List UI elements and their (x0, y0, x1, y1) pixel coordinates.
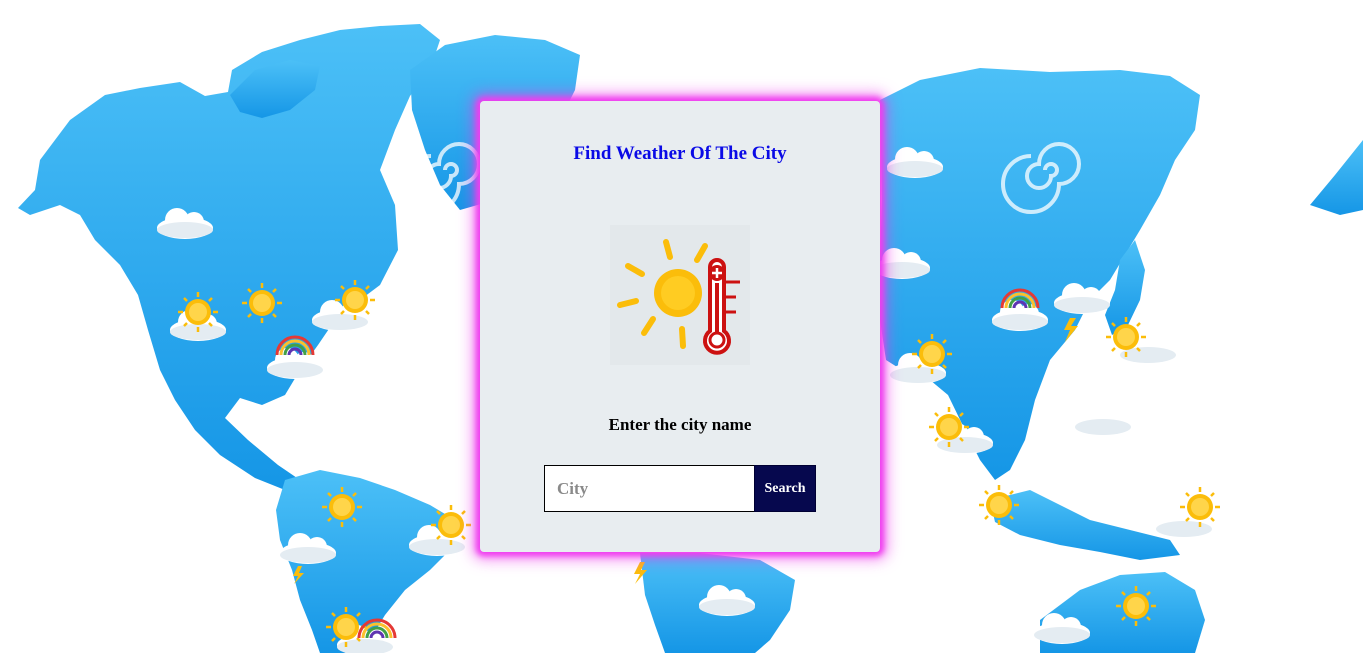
continent-north-america (18, 24, 440, 490)
continent-eurasia (880, 68, 1200, 480)
continent-far-east (1310, 140, 1363, 215)
swirl-icon (104, 440, 184, 512)
card-title: Find Weather Of The City (573, 143, 787, 164)
city-prompt-label: Enter the city name (608, 415, 752, 434)
cloud-icon (1075, 405, 1131, 436)
weather-search-card: Find Weather Of The City Enter the city … (480, 101, 880, 552)
search-button[interactable]: Search (754, 465, 816, 512)
city-input[interactable] (544, 465, 754, 512)
search-bar: Search (544, 465, 816, 512)
continent-southeast-asia (990, 490, 1180, 560)
weather-hero-illustration (610, 225, 750, 365)
page: Find Weather Of The City Enter the city … (0, 0, 1363, 653)
